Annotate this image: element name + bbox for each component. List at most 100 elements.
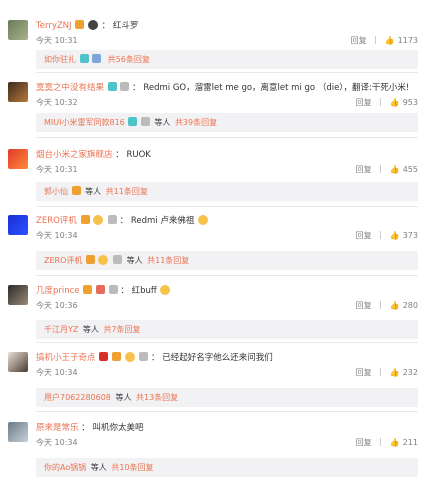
username[interactable]: TerryZNJ	[36, 21, 72, 31]
reply-summary[interactable]: 用户7062280608 等人 共13条回复	[36, 388, 418, 407]
vip-badge-icon	[139, 352, 149, 361]
reply-username[interactable]: 如你驻扎	[44, 55, 76, 64]
divider	[380, 98, 382, 106]
reply-username[interactable]: 千江月YZ	[44, 325, 78, 334]
emoji-icon	[160, 285, 171, 295]
comment-meta: 今天 10:36 回复 👍 280	[36, 301, 418, 311]
comment-actions: 回复 👍 232	[356, 368, 418, 378]
reply-count-link[interactable]: 共7条回复	[103, 325, 140, 334]
username[interactable]: 原来是常乐	[36, 423, 79, 433]
vip-badge-icon	[83, 285, 93, 294]
thumb-up-icon[interactable]: 👍	[390, 438, 400, 448]
username[interactable]: 寞寞之中没有结果	[36, 83, 104, 93]
timestamp: 今天 10:32	[36, 98, 78, 107]
colon: ：	[132, 83, 141, 93]
avatar[interactable]	[8, 82, 28, 102]
vip-badge-icon	[108, 285, 118, 294]
username[interactable]: ZERO评机	[36, 216, 77, 226]
reply-count-link[interactable]: 共13条回复	[136, 393, 178, 402]
colon: ：	[81, 423, 90, 433]
comment-actions: 回复 👍 280	[356, 301, 418, 311]
emoji-icon	[98, 255, 109, 265]
reply-count-link[interactable]: 共56条回复	[108, 55, 150, 64]
divider	[380, 301, 382, 309]
thumb-up-icon[interactable]: 👍	[390, 368, 400, 378]
avatar[interactable]	[8, 215, 28, 235]
comment-text: 红buff	[131, 286, 157, 296]
comment-text: 红斗罗	[112, 21, 139, 31]
username[interactable]: 搞机小王子奇点	[36, 353, 96, 363]
reply-count-link[interactable]: 共10条回复	[111, 463, 153, 472]
avatar[interactable]	[8, 422, 28, 442]
colon: ：	[115, 150, 124, 160]
colon: ：	[101, 21, 111, 31]
comment-line: 搞机小王子奇点 ： 已经起好名字他么还来问我们	[36, 352, 273, 364]
comment-meta: 今天 10:32 回复 👍 953	[36, 98, 418, 108]
reply-username[interactable]: ZERO评机	[44, 256, 82, 265]
emoji-icon	[93, 215, 104, 225]
reply-deng: 等人	[115, 393, 132, 402]
reply-summary[interactable]: ZERO评机 等人 共11条回复	[36, 251, 418, 270]
reply-button[interactable]: 回复	[356, 98, 372, 107]
reply-button[interactable]: 回复	[356, 438, 372, 447]
divider	[380, 231, 382, 239]
username[interactable]: 几度prince	[36, 286, 80, 296]
vip-badge-icon	[120, 82, 130, 91]
thumb-up-icon[interactable]: 👍	[385, 36, 395, 46]
reply-count-link[interactable]: 共11条回复	[147, 256, 189, 265]
comment-actions: 回复 👍 953	[356, 98, 418, 108]
vip-badge-icon	[92, 54, 102, 63]
vip-badge-icon	[75, 20, 85, 29]
comment-actions: 回复 👍 455	[356, 165, 418, 175]
reply-button[interactable]: 回复	[356, 231, 372, 240]
vip-badge-icon	[95, 285, 105, 294]
reply-username[interactable]: MIUI小米雷军同款816	[44, 118, 125, 127]
reply-count-link[interactable]: 共39条回复	[175, 118, 217, 127]
comment-text: Redmi GO，溜雷let me go，离意let mi go （die），翻…	[143, 83, 410, 93]
avatar[interactable]	[8, 285, 28, 305]
reply-summary[interactable]: MIUI小米雷军同款816 等人 共39条回复	[36, 113, 418, 132]
vip-badge-icon	[113, 255, 123, 264]
timestamp: 今天 10:34	[36, 231, 78, 240]
thumb-up-icon[interactable]: 👍	[390, 98, 400, 108]
like-count: 280	[402, 301, 418, 310]
thumb-up-icon[interactable]: 👍	[390, 231, 400, 241]
reply-username[interactable]: 你的Ao锅锅	[44, 463, 86, 472]
colon: ：	[151, 353, 160, 363]
vip-badge-icon	[80, 215, 90, 224]
reply-button[interactable]: 回复	[356, 165, 372, 174]
comment-text: RUOK	[126, 150, 151, 160]
timestamp: 今天 10:31	[36, 36, 78, 45]
avatar[interactable]	[8, 149, 28, 169]
reply-summary[interactable]: 郭小仙 等人 共11条回复	[36, 182, 418, 201]
vip-badge-icon	[128, 117, 138, 126]
timestamp: 今天 10:34	[36, 368, 78, 377]
vip-badge-icon	[79, 54, 89, 63]
reply-button[interactable]: 回复	[356, 368, 372, 377]
comment-actions: 回复 👍 211	[356, 438, 418, 448]
emoji-icon	[124, 352, 135, 362]
vip-badge-icon	[99, 352, 109, 361]
avatar[interactable]	[8, 20, 28, 40]
reply-username[interactable]: 用户7062280608	[44, 393, 111, 402]
reply-username[interactable]: 郭小仙	[44, 187, 68, 196]
comment-meta: 今天 10:31 回复 👍 455	[36, 165, 418, 175]
vip-badge-icon	[107, 82, 117, 91]
reply-button[interactable]: 回复	[351, 36, 367, 45]
thumb-up-icon[interactable]: 👍	[390, 301, 400, 311]
comment-line: 原来是常乐 ： 叫机你太美吧	[36, 422, 143, 434]
reply-button[interactable]: 回复	[356, 301, 372, 310]
reply-summary[interactable]: 你的Ao锅锅 等人 共10条回复	[36, 458, 418, 477]
emoji-icon	[198, 215, 209, 225]
timestamp: 今天 10:31	[36, 165, 78, 174]
comment-meta: 今天 10:34 回复 👍 232	[36, 368, 418, 378]
avatar[interactable]	[8, 352, 28, 372]
username[interactable]: 烟台小米之家旗舰店	[36, 150, 113, 160]
comment-meta: 今天 10:31 回复 👍 1173	[36, 36, 418, 46]
colon: ：	[119, 216, 129, 226]
thumb-up-icon[interactable]: 👍	[390, 165, 400, 175]
reply-summary[interactable]: 千江月YZ 等人 共7条回复	[36, 320, 418, 339]
emoji-icon	[87, 20, 98, 30]
reply-count-link[interactable]: 共11条回复	[106, 187, 148, 196]
reply-summary[interactable]: 如你驻扎 共56条回复	[36, 50, 418, 69]
